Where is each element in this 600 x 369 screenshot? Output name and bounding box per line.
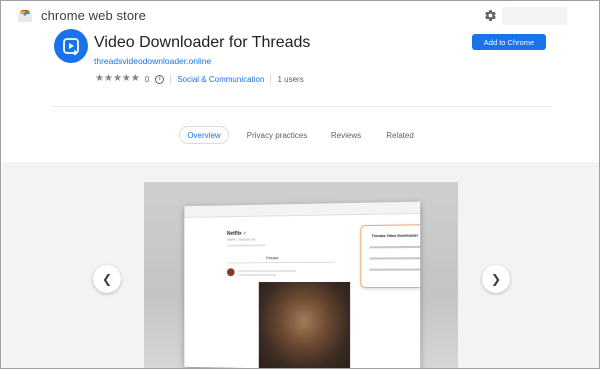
- screenshot-extension-popup: Threads Video Downloader: [360, 223, 421, 289]
- screenshot-popup-row: [369, 245, 421, 248]
- screenshot-profile-name: Netflix ✓: [226, 230, 248, 237]
- screenshot-text-line: [237, 270, 297, 273]
- video-download-icon: [54, 29, 88, 63]
- rating-count[interactable]: 0: [145, 75, 149, 84]
- info-icon[interactable]: i: [155, 74, 165, 84]
- star-icon: ★: [95, 73, 104, 84]
- screenshot-url-bar: [184, 201, 421, 218]
- divider: [52, 106, 551, 107]
- screenshot-tab-label: Threads: [265, 256, 279, 261]
- screenshot-gallery: Netflix ✓ netflix · threads.net Threads …: [2, 162, 599, 368]
- separator: [170, 74, 172, 84]
- user-count: 1 users: [277, 74, 304, 84]
- screenshot-popup-row: [369, 257, 421, 260]
- top-bar: chrome web store: [1, 1, 599, 31]
- screenshot-profile-handle: netflix · threads.net: [226, 237, 256, 242]
- gear-icon[interactable]: [484, 9, 497, 22]
- star-icon: ★: [103, 73, 113, 84]
- category-link[interactable]: Social & Communication: [177, 75, 264, 84]
- screenshot-popup-row: [369, 268, 421, 271]
- screenshot-video-frame: [258, 281, 351, 368]
- chrome-web-store-page: chrome web store Video Downloader for Th…: [0, 0, 600, 369]
- extension-title: Video Downloader for Threads: [94, 34, 311, 51]
- screenshot-divider: [226, 261, 335, 264]
- tab-overview[interactable]: Overview: [179, 126, 229, 144]
- account-area[interactable]: [502, 7, 567, 25]
- separator: [270, 74, 272, 84]
- star-icon: ★: [121, 73, 131, 84]
- tab-related[interactable]: Related: [379, 126, 421, 144]
- rating-row: ★ ★ ★ ★ ★ 0 i Social & Communication 1 u…: [95, 73, 304, 85]
- screenshot-text-line: [226, 244, 266, 247]
- extension-website-link[interactable]: threadsvideodownloader.online: [94, 56, 211, 66]
- screenshot-avatar: [226, 268, 235, 277]
- add-to-chrome-button[interactable]: Add to Chrome: [472, 34, 546, 50]
- screenshot-browser-page: Netflix ✓ netflix · threads.net Threads …: [184, 201, 421, 368]
- chevron-right-icon[interactable]: ❯: [482, 265, 510, 293]
- screenshot-popup-title: Threads Video Downloader: [371, 233, 419, 239]
- store-title[interactable]: chrome web store: [41, 8, 146, 23]
- chevron-left-icon[interactable]: ❮: [93, 265, 121, 293]
- screenshot-text-line: [237, 274, 277, 277]
- star-icon: ★: [112, 73, 122, 84]
- tab-privacy-practices[interactable]: Privacy practices: [241, 126, 313, 144]
- tab-reviews[interactable]: Reviews: [323, 126, 369, 144]
- gallery-screenshot: Netflix ✓ netflix · threads.net Threads …: [144, 182, 458, 368]
- chrome-web-store-logo[interactable]: [18, 10, 32, 22]
- star-rating: ★ ★ ★ ★ ★: [95, 74, 140, 84]
- star-icon: ★: [130, 73, 140, 84]
